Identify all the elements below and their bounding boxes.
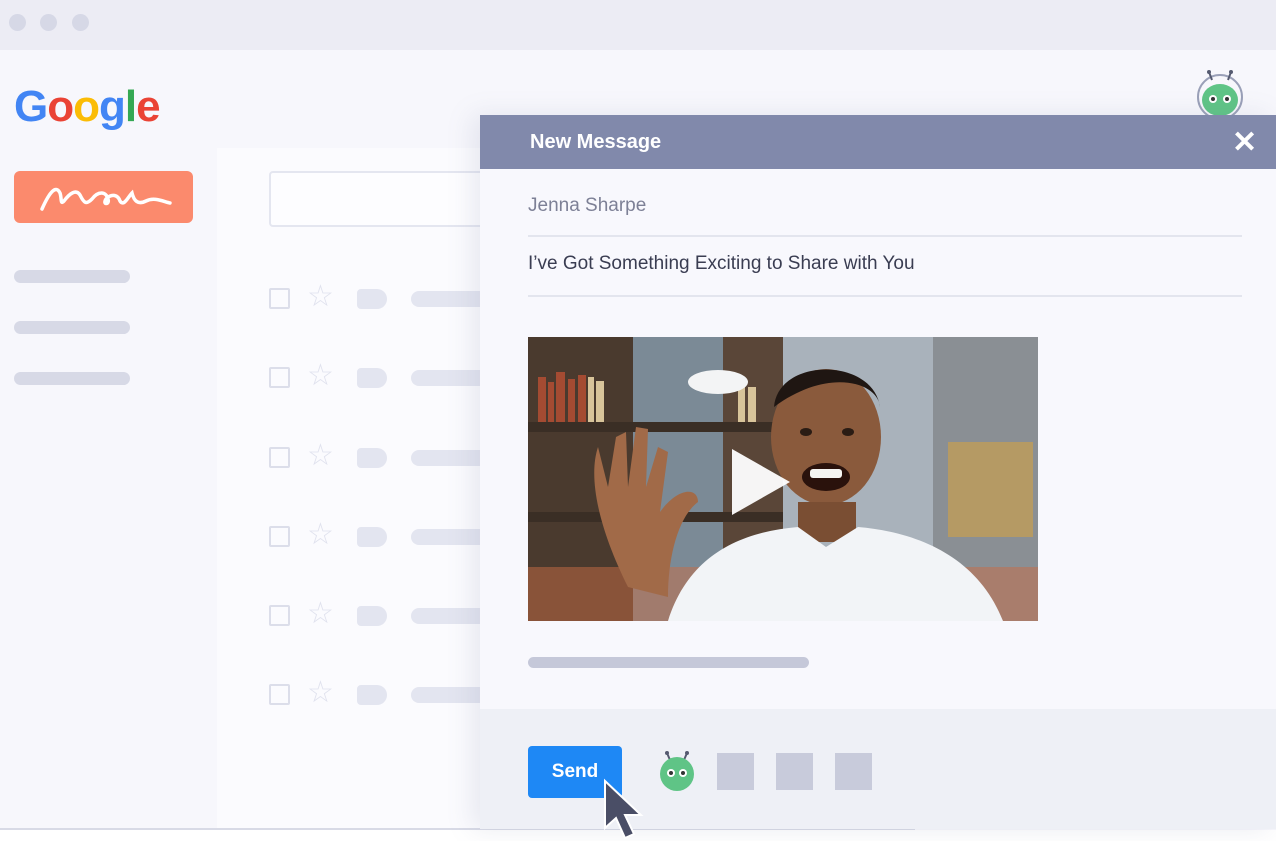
star-icon[interactable]: ☆: [307, 361, 334, 391]
star-icon[interactable]: ☆: [307, 282, 334, 312]
list-item[interactable]: ☆: [269, 361, 509, 391]
toolbar-square-icon[interactable]: [835, 753, 872, 790]
video-progress-bar: [528, 657, 809, 668]
list-item[interactable]: ☆: [269, 520, 509, 550]
checkbox[interactable]: [269, 684, 290, 705]
checkbox[interactable]: [269, 447, 290, 468]
mouse-cursor-icon: [604, 778, 644, 840]
sidebar-item-placeholder[interactable]: [14, 270, 130, 283]
toolbar-square-icon[interactable]: [776, 753, 813, 790]
compose-header: New Message ✕: [480, 115, 1276, 169]
label-tag-icon: [357, 368, 387, 388]
signature-squiggle-icon: [40, 187, 172, 211]
sidebar-item-placeholder[interactable]: [14, 321, 130, 334]
robot-avatar-icon[interactable]: [1195, 70, 1245, 120]
sidebar-item-placeholder[interactable]: [14, 372, 130, 385]
star-icon[interactable]: ☆: [307, 678, 334, 708]
checkbox[interactable]: [269, 526, 290, 547]
subject-field[interactable]: I’ve Got Something Exciting to Share wit…: [528, 253, 1242, 297]
list-item[interactable]: ☆: [269, 282, 509, 312]
star-icon[interactable]: ☆: [307, 520, 334, 550]
search-input[interactable]: [269, 171, 509, 227]
inbox-panel: [217, 148, 507, 828]
to-field[interactable]: Jenna Sharpe: [528, 195, 1242, 237]
google-logo: Google: [14, 82, 161, 131]
label-tag-icon: [357, 606, 387, 626]
label-tag-icon: [357, 685, 387, 705]
window-close-dot[interactable]: [9, 14, 26, 31]
video-thumbnail-image: [528, 337, 1038, 621]
video-thumbnail[interactable]: [528, 337, 1038, 621]
checkbox[interactable]: [269, 288, 290, 309]
checkbox[interactable]: [269, 367, 290, 388]
compose-window: New Message ✕ Jenna Sharpe I’ve Got Some…: [480, 115, 1276, 829]
list-item[interactable]: ☆: [269, 678, 509, 708]
list-item[interactable]: ☆: [269, 599, 509, 629]
toolbar-square-icon[interactable]: [717, 753, 754, 790]
window-minimize-dot[interactable]: [40, 14, 57, 31]
star-icon[interactable]: ☆: [307, 599, 334, 629]
checkbox[interactable]: [269, 605, 290, 626]
label-tag-icon: [357, 289, 387, 309]
compose-button[interactable]: [14, 171, 193, 223]
browser-titlebar: [0, 0, 1276, 50]
label-tag-icon: [357, 448, 387, 468]
list-item[interactable]: ☆: [269, 441, 509, 471]
label-tag-icon: [357, 527, 387, 547]
robot-logo-icon[interactable]: [657, 751, 697, 791]
close-icon[interactable]: ✕: [1232, 128, 1257, 158]
compose-footer: Send: [480, 709, 1276, 829]
compose-title: New Message: [530, 131, 662, 153]
star-icon[interactable]: ☆: [307, 441, 334, 471]
window-maximize-dot[interactable]: [72, 14, 89, 31]
